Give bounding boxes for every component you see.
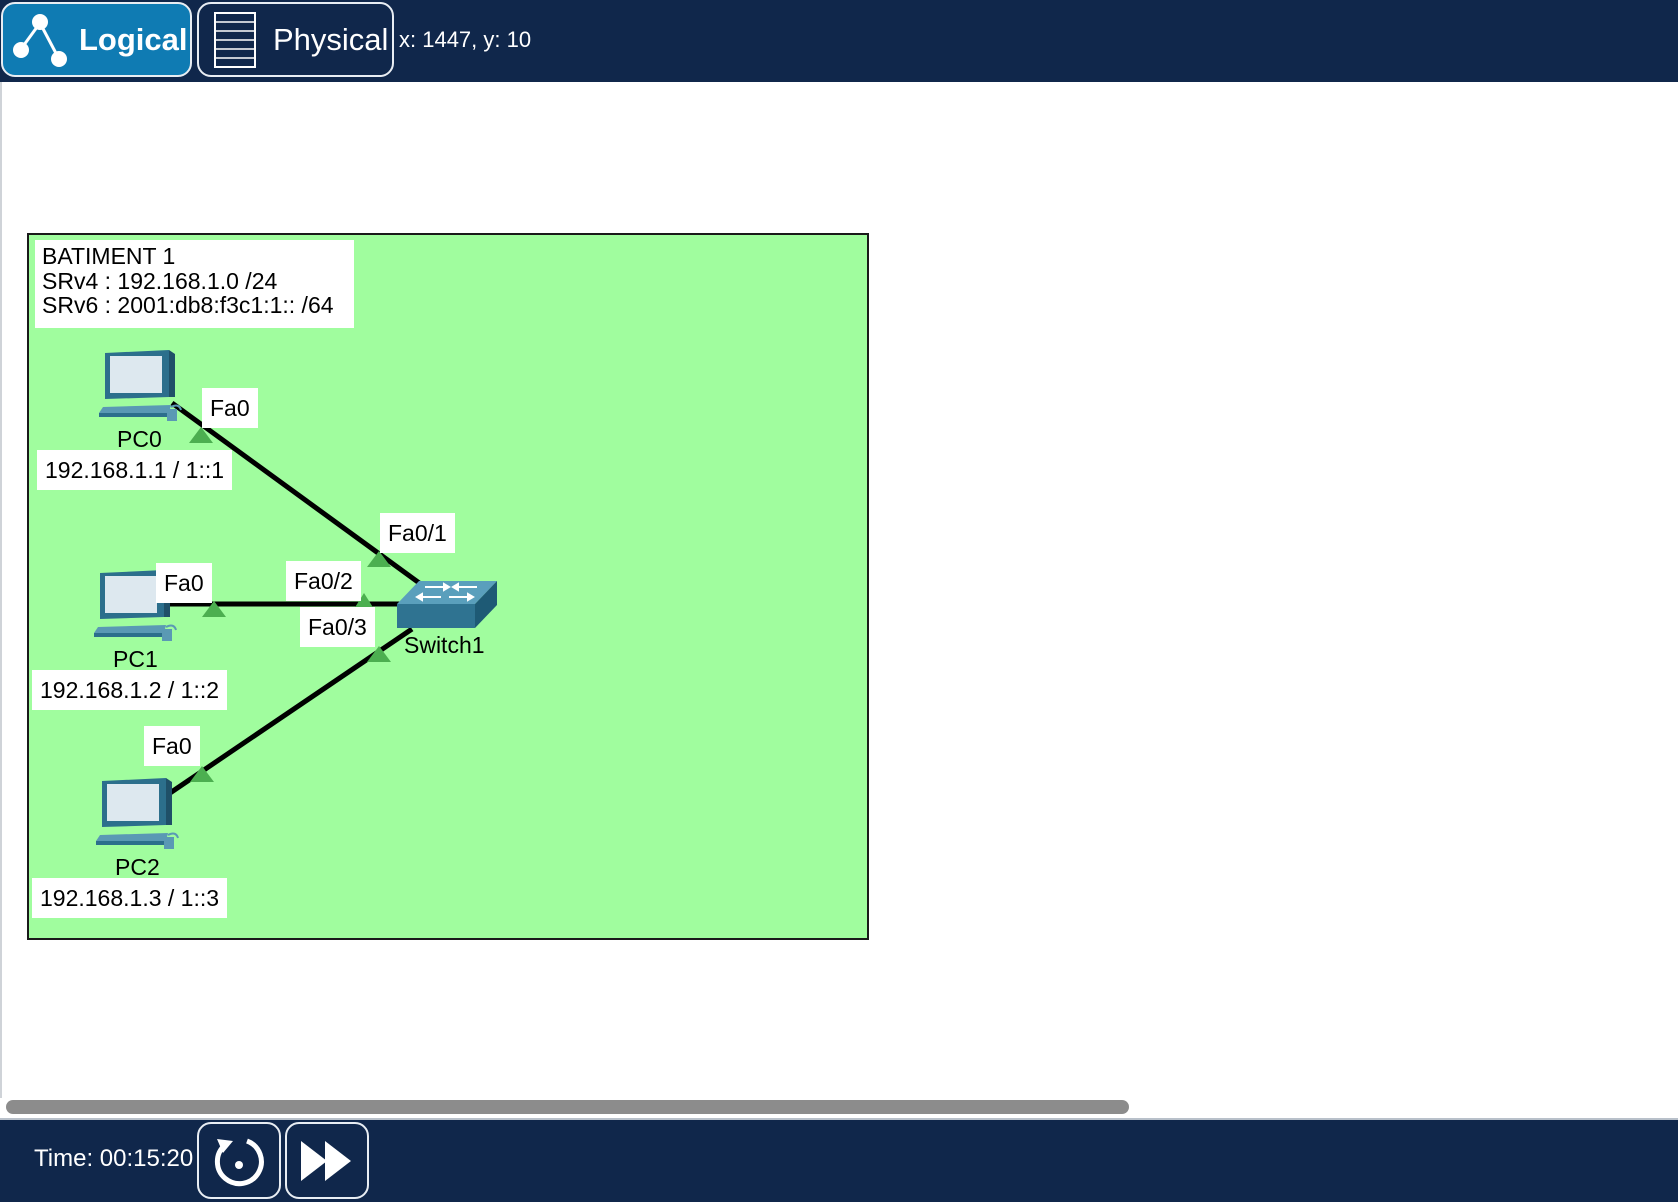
link-pc0-switch1[interactable] xyxy=(170,400,424,588)
pc0-ip-label[interactable]: 192.168.1.1 / 1::1 xyxy=(37,450,233,490)
pc-icon xyxy=(96,778,179,849)
power-cycle-button[interactable] xyxy=(197,1122,281,1199)
pc0-name: PC0 xyxy=(117,426,162,452)
switch1-device[interactable] xyxy=(395,578,499,635)
pc1-name: PC1 xyxy=(113,646,158,672)
pc1-ip-label[interactable]: 192.168.1.2 / 1::2 xyxy=(32,670,228,710)
switch1-port-fa0-1[interactable]: Fa0/1 xyxy=(380,513,455,553)
pc2-ip-label[interactable]: 192.168.1.3 / 1::3 xyxy=(32,878,228,918)
reset-icon xyxy=(214,1138,264,1186)
fast-forward-button[interactable] xyxy=(285,1122,369,1199)
switch1-port-fa0-2[interactable]: Fa0/2 xyxy=(286,561,361,601)
horizontal-scrollbar-thumb[interactable] xyxy=(6,1100,1129,1114)
fast-forward-icon xyxy=(301,1140,351,1181)
pc2-device[interactable] xyxy=(92,775,182,858)
pc1-port-label[interactable]: Fa0 xyxy=(156,563,212,603)
pc2-port-label[interactable]: Fa0 xyxy=(144,726,200,766)
pc2-name: PC2 xyxy=(115,854,160,880)
pc-icon xyxy=(99,350,182,421)
links-layer xyxy=(168,400,424,796)
switch-icon xyxy=(397,581,497,628)
pc0-port-label[interactable]: Fa0 xyxy=(202,388,258,428)
simulation-time: Time: 00:15:20 xyxy=(34,1145,194,1172)
pc0-device[interactable] xyxy=(95,347,185,430)
switch1-port-fa0-3[interactable]: Fa0/3 xyxy=(300,607,375,647)
switch1-name: Switch1 xyxy=(404,632,485,658)
